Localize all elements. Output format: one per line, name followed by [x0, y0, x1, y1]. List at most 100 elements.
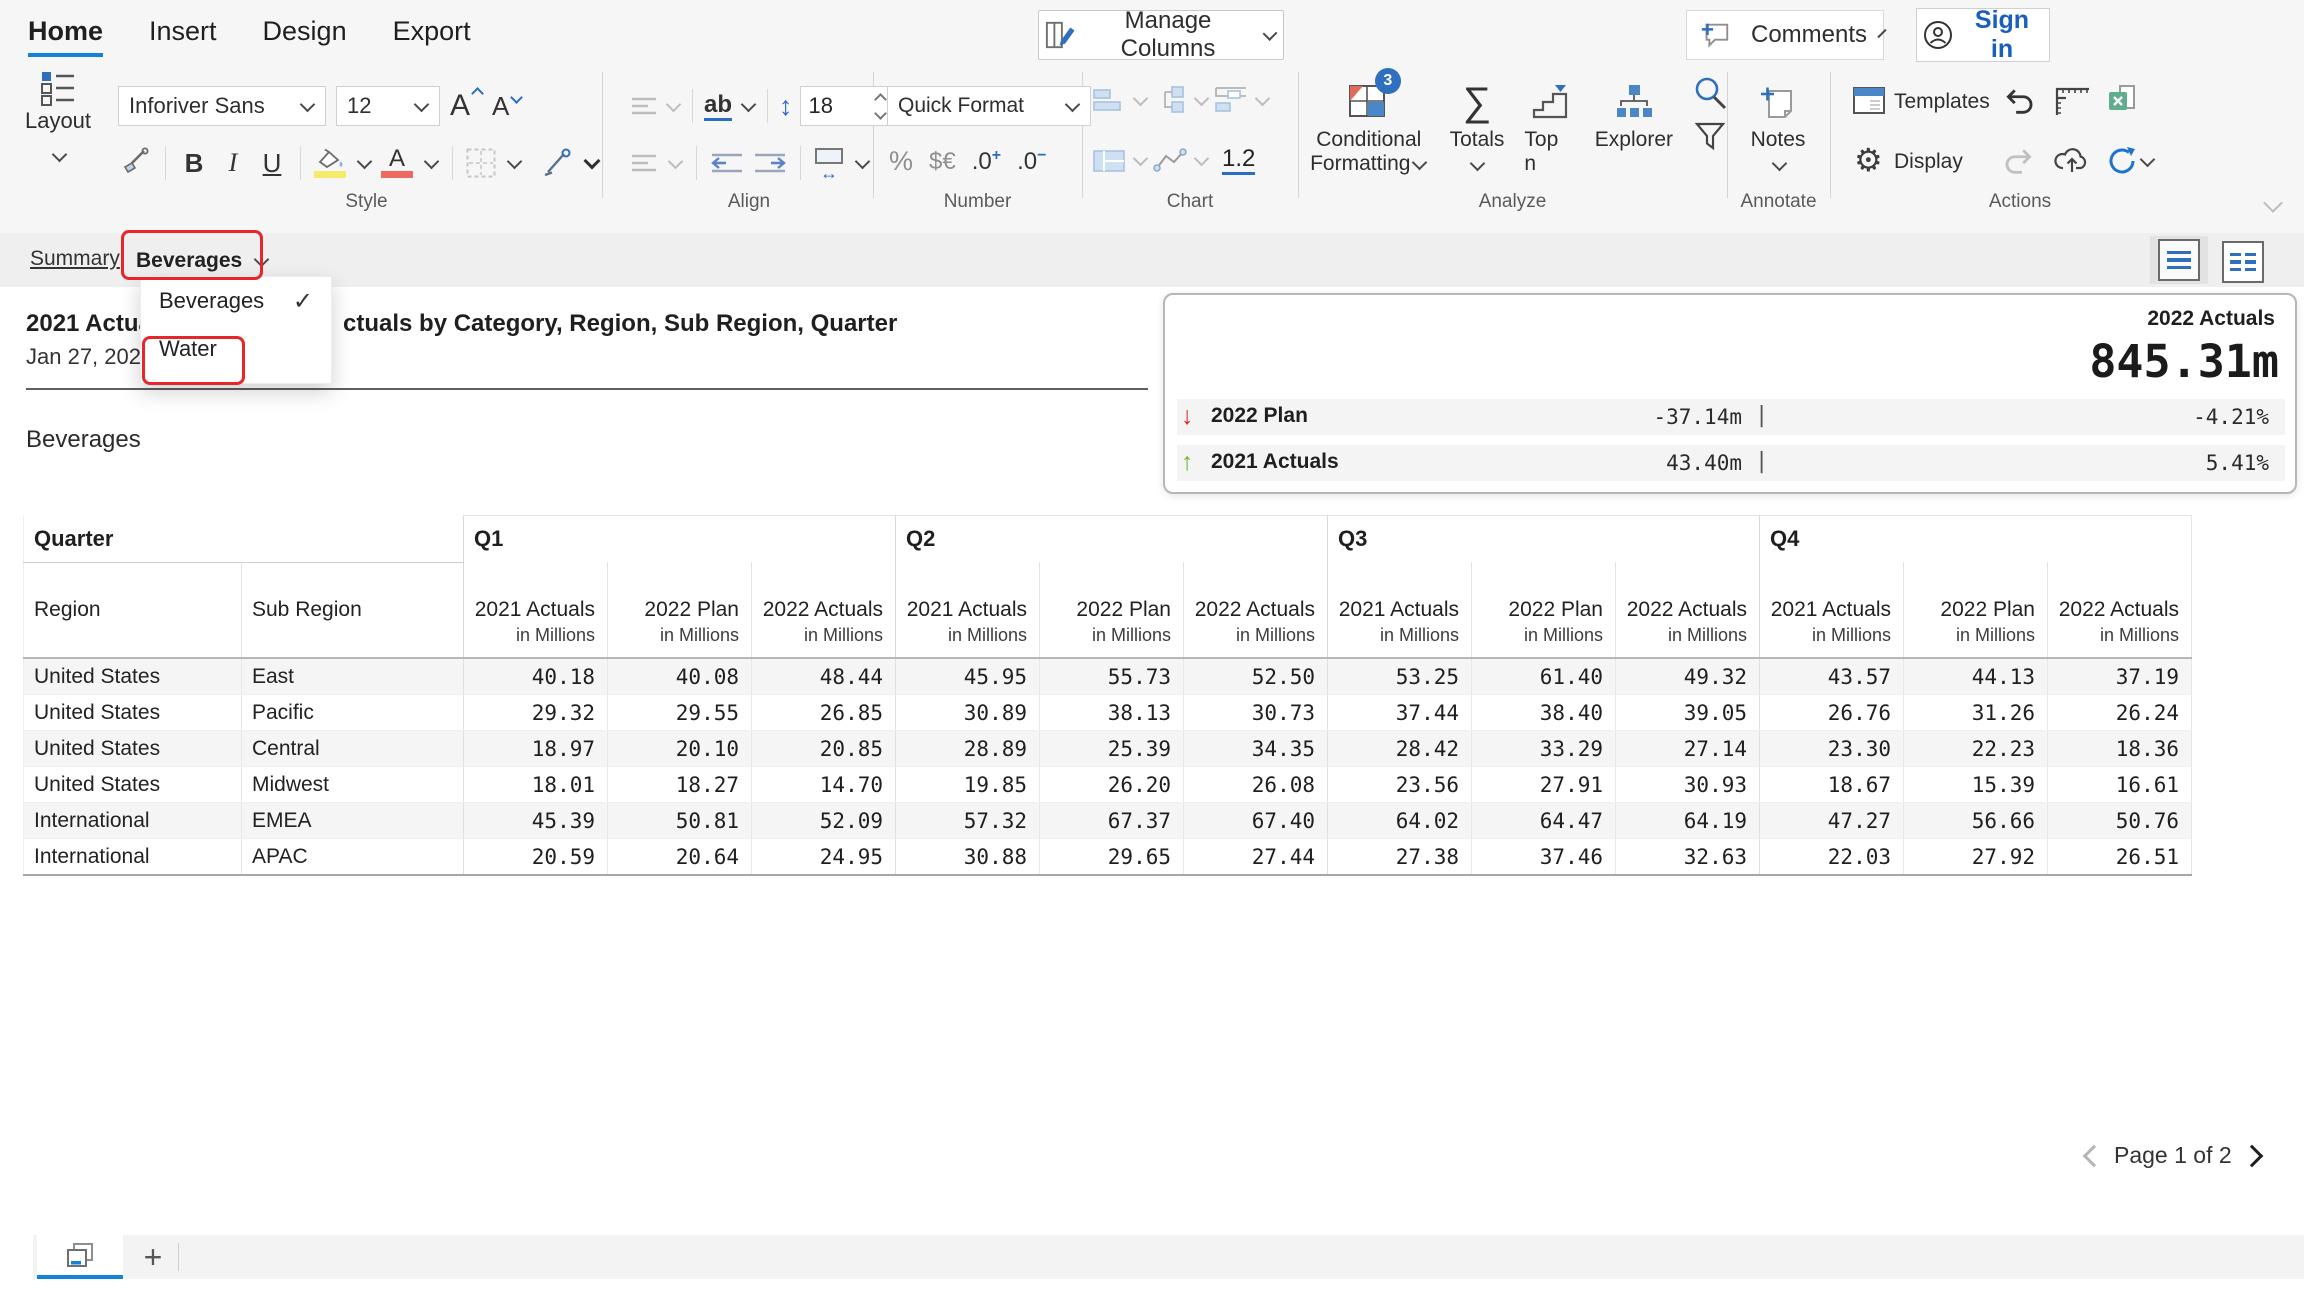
- cell-value[interactable]: 38.40: [1472, 695, 1616, 731]
- cell-region[interactable]: International: [24, 839, 242, 876]
- chevron-down-icon[interactable]: [1133, 90, 1149, 106]
- column-width-button[interactable]: ↔: [814, 147, 844, 179]
- filter-button[interactable]: [1695, 122, 1725, 152]
- collapse-ribbon-button[interactable]: [2262, 196, 2282, 214]
- header-sub-region[interactable]: Sub Region: [242, 562, 464, 658]
- cell-value[interactable]: 45.95: [896, 658, 1040, 695]
- cell-value[interactable]: 30.73: [1184, 695, 1328, 731]
- cell-value[interactable]: 29.65: [1040, 839, 1184, 876]
- cell-value[interactable]: 40.18: [464, 658, 608, 695]
- header-measure[interactable]: 2021 Actualsin Millions: [896, 562, 1040, 658]
- percent-format-button[interactable]: %: [889, 146, 913, 177]
- cell-value[interactable]: 40.08: [608, 658, 752, 695]
- dropdown-item-beverages[interactable]: Beverages✓: [141, 277, 331, 325]
- header-quarter[interactable]: Quarter: [24, 516, 464, 563]
- cell-value[interactable]: 23.56: [1328, 767, 1472, 803]
- layout-button[interactable]: Layout: [10, 62, 106, 215]
- add-sheet-button[interactable]: +: [133, 1237, 173, 1277]
- chevron-down-icon[interactable]: [1255, 90, 1271, 106]
- header-q2[interactable]: Q2: [896, 516, 1328, 563]
- top-n-button[interactable]: Top n: [1524, 76, 1574, 176]
- comments-button[interactable]: Comments: [1686, 10, 1884, 60]
- chevron-down-icon[interactable]: [1133, 151, 1149, 167]
- cell-value[interactable]: 43.57: [1760, 658, 1904, 695]
- cell-value[interactable]: 47.27: [1760, 803, 1904, 839]
- hierarchy-chart-button[interactable]: [1153, 86, 1187, 114]
- decrease-decimal-button[interactable]: .0−: [1017, 147, 1046, 176]
- cell-value[interactable]: 30.89: [896, 695, 1040, 731]
- cell-value[interactable]: 22.23: [1904, 731, 2048, 767]
- cell-value[interactable]: 20.10: [608, 731, 752, 767]
- cell-value[interactable]: 22.03: [1760, 839, 1904, 876]
- cell-value[interactable]: 34.35: [1184, 731, 1328, 767]
- cell-value[interactable]: 25.39: [1040, 731, 1184, 767]
- cell-value[interactable]: 18.27: [608, 767, 752, 803]
- cell-value[interactable]: 26.51: [2048, 839, 2192, 876]
- cell-value[interactable]: 26.20: [1040, 767, 1184, 803]
- cell-sub-region[interactable]: Pacific: [242, 695, 464, 731]
- cell-sub-region[interactable]: EMEA: [242, 803, 464, 839]
- wrap-text-button[interactable]: ab: [704, 92, 732, 121]
- font-name-select[interactable]: Inforiver Sans: [118, 86, 326, 126]
- increase-decimal-button[interactable]: .0+: [972, 147, 1001, 176]
- cell-value[interactable]: 26.76: [1760, 695, 1904, 731]
- cell-value[interactable]: 20.64: [608, 839, 752, 876]
- next-page-button[interactable]: [2240, 1144, 2263, 1167]
- cell-value[interactable]: 20.85: [752, 731, 896, 767]
- cell-value[interactable]: 27.38: [1328, 839, 1472, 876]
- header-measure[interactable]: 2021 Actualsin Millions: [1328, 562, 1472, 658]
- font-size-select[interactable]: 12: [336, 86, 440, 126]
- header-measure[interactable]: 2022 Actualsin Millions: [752, 562, 896, 658]
- cell-value[interactable]: 55.73: [1040, 658, 1184, 695]
- chevron-down-icon[interactable]: [741, 96, 757, 112]
- decrease-font-size-button[interactable]: A: [492, 91, 521, 122]
- totals-button[interactable]: ∑ Totals: [1450, 76, 1505, 173]
- cell-value[interactable]: 18.97: [464, 731, 608, 767]
- chevron-down-icon[interactable]: [357, 153, 373, 169]
- sheet-tab-active[interactable]: [37, 1235, 123, 1279]
- cell-value[interactable]: 45.39: [464, 803, 608, 839]
- borders-button[interactable]: [466, 148, 496, 178]
- quick-format-select[interactable]: Quick Format: [887, 86, 1091, 126]
- chevron-down-icon[interactable]: [584, 153, 601, 170]
- cell-region[interactable]: United States: [24, 658, 242, 695]
- header-region[interactable]: Region: [24, 562, 242, 658]
- header-q3[interactable]: Q3: [1328, 516, 1760, 563]
- cell-value[interactable]: 18.36: [2048, 731, 2192, 767]
- layout-chart-button[interactable]: [1214, 87, 1248, 113]
- cell-value[interactable]: 30.88: [896, 839, 1040, 876]
- cell-value[interactable]: 50.81: [608, 803, 752, 839]
- split-view-toggle[interactable]: [2222, 241, 2264, 283]
- cell-value[interactable]: 64.02: [1328, 803, 1472, 839]
- cell-value[interactable]: 28.89: [896, 731, 1040, 767]
- decrease-indent-button[interactable]: [710, 152, 744, 174]
- format-painter-button[interactable]: [118, 147, 152, 179]
- clear-formatting-button[interactable]: [541, 148, 573, 178]
- cell-value[interactable]: 18.01: [464, 767, 608, 803]
- cell-value[interactable]: 15.39: [1904, 767, 2048, 803]
- cell-value[interactable]: 27.14: [1616, 731, 1760, 767]
- publish-button[interactable]: [2054, 146, 2090, 174]
- card-view-button[interactable]: [1092, 149, 1126, 173]
- underline-button[interactable]: U: [257, 148, 287, 179]
- cell-value[interactable]: 61.40: [1472, 658, 1616, 695]
- cell-value[interactable]: 18.67: [1760, 767, 1904, 803]
- single-view-toggle[interactable]: [2150, 236, 2208, 284]
- cell-value[interactable]: 44.13: [1904, 658, 2048, 695]
- horizontal-align-button[interactable]: [631, 96, 657, 116]
- chevron-down-icon[interactable]: [507, 153, 523, 169]
- app-tab-home[interactable]: Home: [28, 16, 103, 57]
- cell-value[interactable]: 37.46: [1472, 839, 1616, 876]
- display-settings-icon[interactable]: ⚙: [1854, 144, 1883, 176]
- manage-columns-button[interactable]: Manage Columns: [1038, 10, 1284, 60]
- cell-sub-region[interactable]: Midwest: [242, 767, 464, 803]
- cell-sub-region[interactable]: Central: [242, 731, 464, 767]
- cell-value[interactable]: 37.44: [1328, 695, 1472, 731]
- tab-beverages[interactable]: Beverages: [136, 241, 269, 281]
- previous-page-button[interactable]: [2083, 1144, 2106, 1167]
- font-color-button[interactable]: A: [381, 149, 413, 178]
- cell-value[interactable]: 56.66: [1904, 803, 2048, 839]
- cell-value[interactable]: 57.32: [896, 803, 1040, 839]
- cell-value[interactable]: 64.47: [1472, 803, 1616, 839]
- notes-button[interactable]: Notes: [1745, 76, 1811, 173]
